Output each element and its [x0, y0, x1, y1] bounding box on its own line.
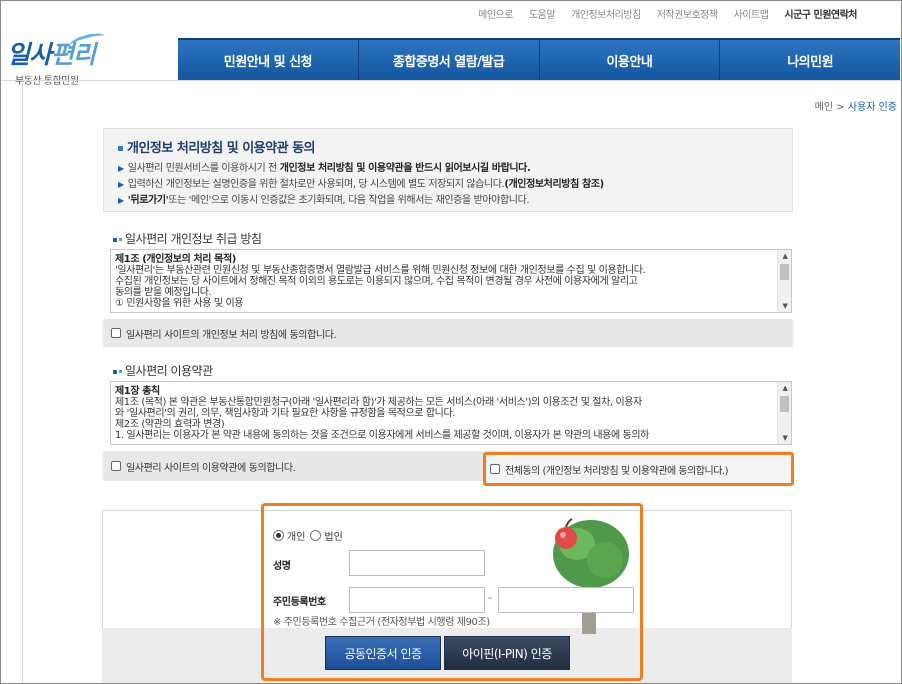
triangle-bullet-icon: ▶ — [118, 196, 124, 205]
auth-highlight-box — [261, 503, 643, 681]
breadcrumb: 메인 > 사용자 인증 — [815, 98, 897, 113]
terms-heading: 제1장 총칙 — [115, 386, 160, 397]
notice-box: 개인정보 처리방침 및 이용약관 동의 ▶ 일사편리 민원서비스를 이용하시기 전… — [103, 128, 793, 212]
scroll-thumb[interactable] — [780, 264, 789, 280]
header-divider — [1, 80, 901, 81]
privacy-line: '일사편리'는 부동산관련 민원신청 및 부동산종합증명서 열람발급 서비스를 … — [115, 265, 646, 276]
privacy-text-box[interactable]: 제1조 (개인정보의 처리 목적) '일사편리'는 부동산관련 민원신청 및 부… — [110, 249, 792, 313]
nav-tab-civil-guide[interactable]: 민원안내 및 신청 — [178, 40, 359, 80]
section-bullet-icon — [113, 237, 117, 242]
link-privacy-policy[interactable]: 개인정보처리방침 — [563, 6, 649, 21]
terms-text-box[interactable]: 제1장 총칙 제1조 (목적) 본 약관은 부동산통합민원청구(아래 '일사편리… — [110, 381, 792, 445]
notice-item: ▶ 일사편리 민원서비스를 이용하시기 전 개인정보 처리방침 및 이용약관을 반… — [118, 163, 531, 174]
terms-line: 와 '일사편리'의 권리, 의무, 책임사항과 기타 필요한 사항을 규정함을 … — [115, 408, 456, 419]
site-logo[interactable]: 일사편리 부동산 통합민원 — [7, 30, 107, 87]
all-agree-row: 전체동의 (개인정보 처리방침 및 이용약관에 동의합니다.) — [483, 452, 794, 486]
terms-line: 1. 일사편리는 이용자가 본 약관 내용에 동의하는 것을 조건으로 이용자에… — [115, 430, 649, 441]
scroll-up-icon[interactable]: ▲ — [778, 250, 791, 262]
privacy-agree-checkbox[interactable] — [111, 328, 121, 338]
all-agree-checkbox[interactable] — [490, 464, 500, 474]
terms-section-title: 일사편리 이용약관 — [113, 362, 213, 379]
privacy-heading: 제1조 (개인정보의 처리 목적) — [115, 254, 236, 265]
terms-line: 제1조 (목적) 본 약관은 부동산통합민원청구(아래 '일사편리라 함)'가 … — [115, 397, 642, 408]
link-copyright-policy[interactable]: 저작권보호정책 — [649, 6, 726, 21]
triangle-bullet-icon: ▶ — [118, 180, 124, 189]
privacy-section-title: 일사편리 개인정보 취급 방침 — [113, 230, 262, 247]
notice-title: 개인정보 처리방침 및 이용약관 동의 — [118, 137, 778, 156]
notice-list: ▶ 일사편리 민원서비스를 이용하시기 전 개인정보 처리방침 및 이용약관을 반… — [118, 161, 778, 209]
section-bullet-icon — [113, 369, 117, 374]
nav-tab-my-civil[interactable]: 나의민원 — [720, 40, 900, 80]
privacy-scrollbar[interactable]: ▲ ▼ — [777, 250, 791, 312]
link-help[interactable]: 도움말 — [521, 6, 563, 21]
link-local-contacts[interactable]: 시군구 민원연락처 — [776, 6, 865, 21]
terms-agree-label[interactable]: 일사편리 사이트의 이용약관에 동의합니다. — [126, 459, 296, 474]
link-main[interactable]: 메인으로 — [470, 6, 521, 21]
bullet-square-icon — [118, 146, 123, 151]
breadcrumb-separator: > — [836, 102, 845, 113]
all-agree-label[interactable]: 전체동의 (개인정보 처리방침 및 이용약관에 동의합니다.) — [505, 462, 728, 477]
nav-tab-certificate[interactable]: 종합증명서 열람/발급 — [358, 40, 540, 80]
breadcrumb-home[interactable]: 메인 — [815, 102, 833, 113]
terms-agree-checkbox[interactable] — [111, 461, 121, 471]
main-nav: 민원안내 및 신청 종합증명서 열람/발급 이용안내 나의민원 — [178, 38, 900, 80]
privacy-line: ① 민원사항을 위한 사용 및 이용 — [115, 298, 244, 309]
privacy-agree-label[interactable]: 일사편리 사이트의 개인정보 처리 방침에 동의합니다. — [126, 326, 337, 341]
privacy-line: 수집된 개인정보는 당 사이트에서 정해진 목적 이외의 용도로는 이용되지 않… — [115, 276, 638, 287]
triangle-bullet-icon: ▶ — [118, 164, 124, 173]
scroll-up-icon[interactable]: ▲ — [778, 382, 791, 394]
privacy-line: 동의를 받을 예정입니다. — [115, 287, 212, 298]
privacy-agree-row: 일사편리 사이트의 개인정보 처리 방침에 동의합니다. — [103, 319, 793, 347]
terms-scrollbar[interactable]: ▲ ▼ — [777, 382, 791, 444]
utility-links: 메인으로 도움말 개인정보처리방침 저작권보호정책 사이트맵 시군구 민원연락처 — [470, 6, 865, 21]
terms-line: 제2조 (약관의 효력과 변경) — [115, 419, 225, 430]
scroll-thumb[interactable] — [780, 396, 789, 412]
scroll-down-icon[interactable]: ▼ — [778, 300, 791, 312]
link-sitemap[interactable]: 사이트맵 — [726, 6, 777, 21]
nav-tab-usage-guide[interactable]: 이용안내 — [539, 40, 721, 80]
sidebar-divider — [22, 80, 23, 683]
section-bullet-small-icon — [119, 238, 122, 241]
section-bullet-small-icon — [119, 370, 122, 373]
scroll-down-icon[interactable]: ▼ — [778, 432, 791, 444]
notice-item: ▶ '뒤로가기'또는 '메인'으로 이동시 인증값은 초기화되며, 다음 작업을 … — [118, 195, 530, 206]
breadcrumb-current: 사용자 인증 — [847, 102, 897, 113]
browser-page: 메인으로 도움말 개인정보처리방침 저작권보호정책 사이트맵 시군구 민원연락처… — [0, 0, 902, 684]
notice-item: ▶ 입력하신 개인정보는 실명인증을 위한 절차로만 사용되며, 당 시스템에 별… — [118, 179, 604, 190]
